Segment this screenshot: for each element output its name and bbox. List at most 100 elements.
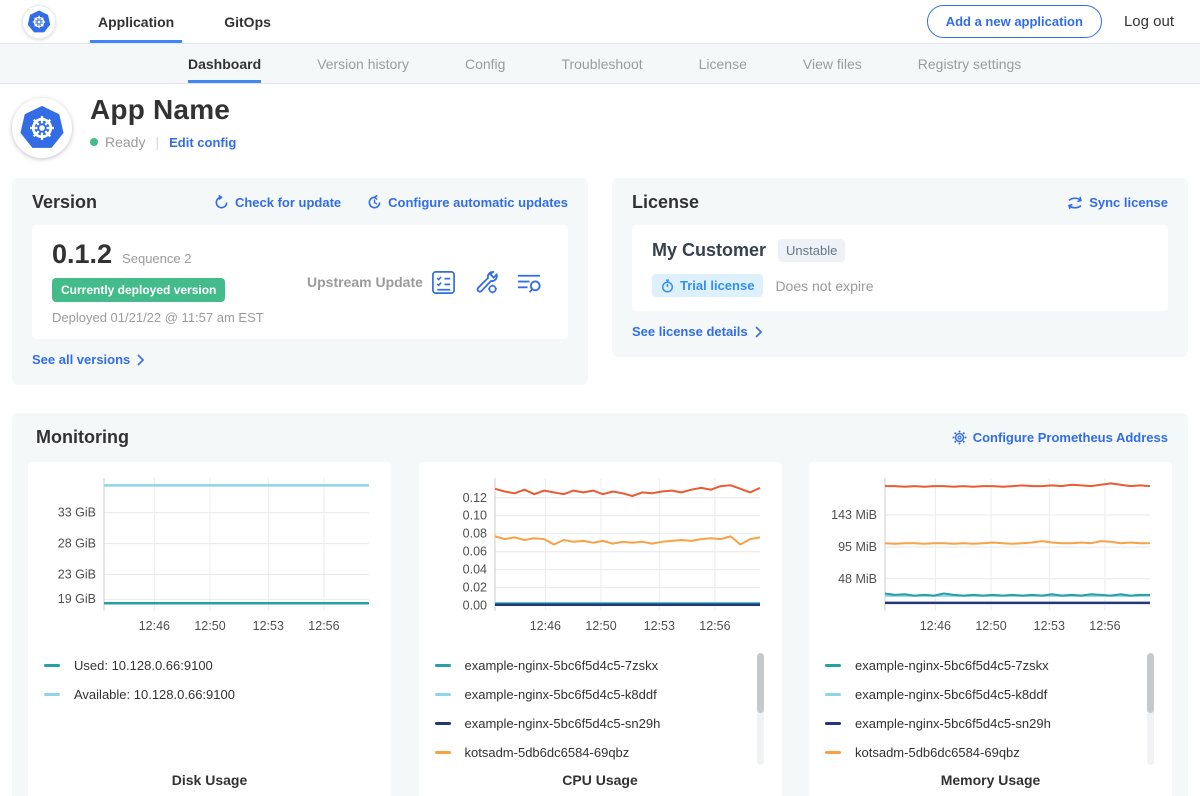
svg-text:0.06: 0.06 (462, 545, 486, 559)
kubernetes-logo-icon (22, 5, 56, 39)
svg-text:12:46: 12:46 (139, 619, 170, 633)
svg-text:12:53: 12:53 (1034, 619, 1065, 633)
tab-troubleshoot[interactable]: Troubleshoot (561, 44, 642, 83)
tab-dashboard[interactable]: Dashboard (188, 44, 261, 83)
legend-color-dash (825, 751, 841, 754)
top-nav-tabs: Application GitOps (96, 0, 319, 43)
configure-automatic-updates-link[interactable]: Configure automatic updates (367, 195, 568, 210)
svg-text:19 GiB: 19 GiB (58, 592, 96, 606)
see-license-details-link[interactable]: See license details (632, 324, 763, 339)
legend-item: example-nginx-5bc6f5d4c5-sn29h (435, 709, 748, 738)
add-new-application-button[interactable]: Add a new application (927, 5, 1102, 38)
chart-legend: example-nginx-5bc6f5d4c5-7zskx example-ng… (825, 651, 1156, 767)
deployed-timestamp: Deployed 01/21/22 @ 11:57 am EST (52, 310, 307, 325)
app-header: App Name Ready | Edit config (0, 84, 1200, 170)
release-notes-button[interactable] (431, 270, 456, 295)
legend-label: example-nginx-5bc6f5d4c5-sn29h (465, 716, 661, 731)
clock-update-icon (367, 195, 382, 210)
legend-scrollbar-thumb[interactable] (1147, 653, 1154, 713)
svg-text:143 MiB: 143 MiB (831, 508, 877, 522)
svg-text:12:46: 12:46 (529, 619, 560, 633)
legend-label: Used: 10.128.0.66:9100 (74, 658, 213, 673)
chart-title: Memory Usage (825, 772, 1156, 794)
svg-text:12:50: 12:50 (194, 619, 225, 633)
wrench-gear-icon (473, 269, 499, 295)
legend-label: kotsadm-5db6dc6584-69qbz (855, 745, 1020, 760)
tab-gitops[interactable]: GitOps (222, 0, 273, 43)
check-for-update-link[interactable]: Check for update (214, 195, 341, 210)
svg-text:0.02: 0.02 (462, 581, 486, 595)
tab-application[interactable]: Application (96, 0, 176, 43)
cpu-usage-plot: 0.120.100.080.060.040.020.0012:4612:5012… (435, 472, 765, 637)
legend-label: example-nginx-5bc6f5d4c5-7zskx (855, 658, 1049, 673)
svg-text:12:56: 12:56 (308, 619, 339, 633)
version-card: Version Check for update Configure au (12, 178, 588, 385)
svg-text:0.10: 0.10 (462, 509, 486, 523)
legend-label: example-nginx-5bc6f5d4c5-7zskx (465, 658, 659, 673)
svg-text:12:50: 12:50 (585, 619, 616, 633)
svg-text:48 MiB: 48 MiB (838, 572, 877, 586)
memory-usage-chart-card: 143 MiB95 MiB48 MiB12:4612:5012:5312:56 e… (809, 462, 1172, 796)
memory-usage-plot: 143 MiB95 MiB48 MiB12:4612:5012:5312:56 (825, 472, 1155, 637)
license-summary-row: My Customer Unstable Trial license Does … (632, 225, 1168, 311)
svg-text:0.04: 0.04 (462, 563, 486, 577)
tab-config[interactable]: Config (465, 44, 505, 83)
tab-license[interactable]: License (699, 44, 747, 83)
legend-item: kotsadm-5db6dc6584-69qbz (825, 738, 1138, 767)
legend-label: example-nginx-5bc6f5d4c5-k8ddf (855, 687, 1047, 702)
app-logo-icon (12, 98, 72, 158)
svg-text:0.08: 0.08 (462, 527, 486, 541)
page-title: App Name (90, 94, 236, 126)
diff-preview-icon (516, 270, 542, 295)
current-version-row: 0.1.2 Sequence 2 Currently deployed vers… (32, 225, 568, 339)
edit-config-link[interactable]: Edit config (169, 135, 236, 150)
legend-item: example-nginx-5bc6f5d4c5-k8ddf (825, 680, 1138, 709)
legend-item: example-nginx-5bc6f5d4c5-7zskx (825, 651, 1138, 680)
legend-color-dash (44, 664, 60, 667)
see-all-versions-link[interactable]: See all versions (32, 352, 145, 367)
version-number: 0.1.2 (52, 239, 112, 270)
tab-version-history[interactable]: Version history (317, 44, 409, 83)
status-text: Ready (105, 134, 145, 150)
top-nav-actions: Add a new application Log out (927, 5, 1200, 38)
top-nav: Application GitOps Add a new application… (0, 0, 1200, 44)
legend-scrollbar-thumb[interactable] (757, 653, 764, 713)
legend-color-dash (435, 751, 451, 754)
version-sequence: Sequence 2 (122, 251, 191, 266)
version-card-title: Version (32, 192, 97, 213)
log-out-button[interactable]: Log out (1124, 13, 1174, 30)
monitoring-title: Monitoring (36, 427, 129, 448)
svg-text:28 GiB: 28 GiB (58, 537, 96, 551)
legend-color-dash (435, 722, 451, 725)
configure-prometheus-link[interactable]: Configure Prometheus Address (952, 430, 1168, 445)
svg-text:12:53: 12:53 (643, 619, 674, 633)
legend-scrollbar[interactable] (757, 653, 764, 765)
svg-text:33 GiB: 33 GiB (58, 506, 96, 520)
chart-title: Disk Usage (44, 772, 375, 794)
license-card-title: License (632, 192, 699, 213)
tab-registry-settings[interactable]: Registry settings (918, 44, 1021, 83)
legend-scrollbar[interactable] (1147, 653, 1154, 765)
status-dot (90, 138, 98, 146)
legend-color-dash (825, 664, 841, 667)
svg-text:12:56: 12:56 (699, 619, 730, 633)
config-tools-button[interactable] (473, 269, 499, 295)
legend-item: Used: 10.128.0.66:9100 (44, 651, 357, 680)
customer-name: My Customer (652, 240, 766, 261)
legend-color-dash (44, 693, 60, 696)
svg-text:23 GiB: 23 GiB (58, 568, 96, 582)
chevron-right-icon (136, 354, 145, 366)
divider: | (155, 134, 159, 150)
channel-badge: Unstable (778, 239, 845, 262)
checklist-icon (431, 270, 456, 295)
legend-label: example-nginx-5bc6f5d4c5-k8ddf (465, 687, 657, 702)
chart-legend: example-nginx-5bc6f5d4c5-7zskx example-ng… (435, 651, 766, 767)
legend-color-dash (825, 693, 841, 696)
monitoring-panel: Monitoring Configure Prometheus Address … (12, 413, 1188, 796)
charts-row: 33 GiB28 GiB23 GiB19 GiB12:4612:5012:531… (28, 462, 1172, 796)
sync-license-link[interactable]: Sync license (1067, 195, 1168, 210)
tab-view-files[interactable]: View files (803, 44, 862, 83)
refresh-icon (214, 195, 229, 210)
chart-title: CPU Usage (435, 772, 766, 794)
view-diff-button[interactable] (516, 270, 542, 295)
